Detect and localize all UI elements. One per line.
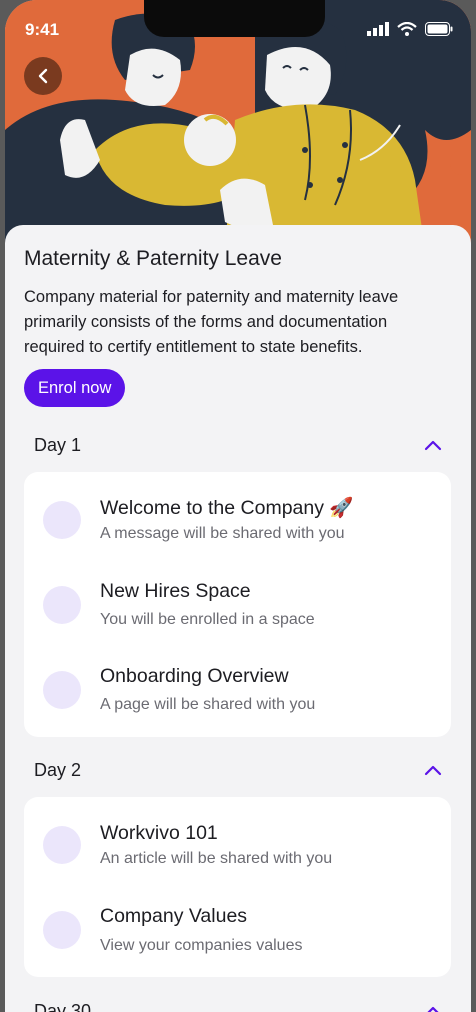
item-title: Onboarding Overview (100, 665, 289, 687)
list-item[interactable]: New Hires Space You will be enrolled in … (24, 566, 451, 646)
day-label: Day 2 (34, 759, 82, 780)
item-title: New Hires Space (100, 580, 251, 602)
cellular-signal-icon (367, 22, 389, 36)
list-item[interactable]: Company Values View your companies value… (24, 890, 451, 970)
item-subtitle: An article will be shared with you (100, 850, 333, 867)
item-subtitle: You will be enrolled in a space (100, 611, 315, 628)
list-item[interactable]: Welcome to the Company 🚀 A message will … (24, 480, 451, 560)
item-subtitle: A message will be shared with you (100, 525, 345, 542)
day-30-header[interactable]: Day 30 (24, 993, 452, 1012)
status-dot (43, 586, 81, 624)
wifi-icon (397, 22, 417, 36)
status-dot (43, 911, 81, 949)
enrol-button[interactable]: Enrol now (24, 369, 126, 407)
day-1-header[interactable]: Day 1 (24, 427, 452, 463)
day-label: Day 1 (34, 434, 82, 455)
day-1-card: Welcome to the Company 🚀 A message will … (24, 472, 451, 737)
item-title: Welcome to the Company 🚀 (100, 497, 354, 519)
list-item[interactable]: Workvivo 101 An article will be shared w… (24, 805, 451, 885)
status-dot (43, 501, 81, 539)
status-bar: 9:41 (5, 0, 471, 60)
chevron-left-icon (38, 68, 48, 84)
chevron-up-icon (424, 440, 442, 451)
item-title: Workvivo 101 (100, 822, 218, 844)
status-icons (367, 22, 453, 36)
phone-screen: 9:41 Maternity & Paternity Leave Company (5, 0, 471, 1012)
content-sheet: Maternity & Paternity Leave Company mate… (5, 225, 471, 1012)
chevron-up-icon (427, 1006, 439, 1012)
status-dot (43, 826, 81, 864)
item-subtitle: A page will be shared with you (100, 696, 316, 713)
chevron-up-icon (424, 765, 442, 776)
day-2-header[interactable]: Day 2 (24, 752, 452, 788)
back-button[interactable] (24, 57, 62, 95)
status-dot (43, 671, 81, 709)
device-notch (144, 0, 325, 37)
item-subtitle: View your companies values (100, 937, 303, 954)
page-title: Maternity & Paternity Leave (24, 247, 282, 270)
list-item[interactable]: Onboarding Overview A page will be share… (24, 652, 451, 732)
day-2-card: Workvivo 101 An article will be shared w… (24, 797, 451, 977)
course-description: Company material for paternity and mater… (24, 288, 399, 356)
battery-icon (425, 22, 453, 36)
item-title: Company Values (100, 905, 248, 927)
day-label: Day 30 (34, 1000, 92, 1012)
status-time: 9:41 (25, 20, 60, 39)
